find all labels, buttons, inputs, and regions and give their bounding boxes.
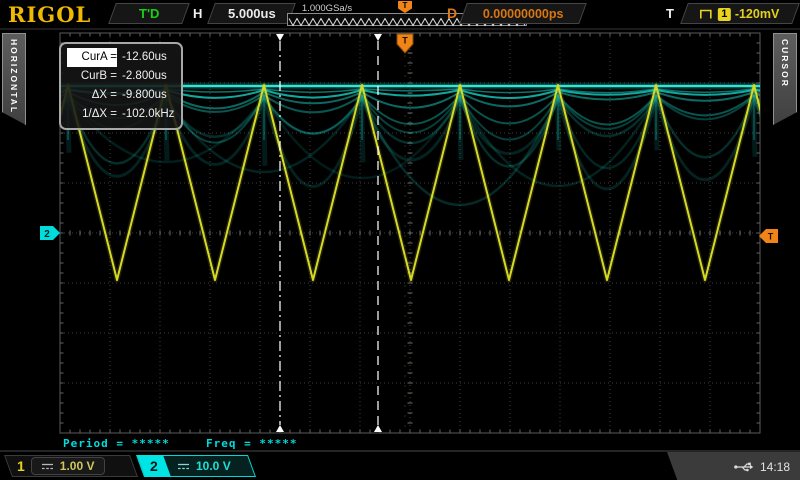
channel-2-scale: 10.0 V bbox=[196, 459, 231, 473]
delay-label: D bbox=[447, 5, 457, 21]
status-time-panel: 14:18 bbox=[663, 452, 800, 480]
cursor-a-row[interactable]: CurA = -12.60us bbox=[67, 48, 175, 67]
dc-coupling-icon bbox=[41, 462, 54, 471]
tab-cursor[interactable]: CURSOR bbox=[773, 33, 797, 125]
cursor-a-line-top-marker[interactable] bbox=[276, 34, 284, 41]
timebase-badge[interactable]: 5.000us bbox=[207, 3, 296, 24]
delay-value-badge[interactable]: 0.00000000ps bbox=[459, 3, 587, 24]
trigger-section-label: T bbox=[666, 6, 674, 21]
cursor-a-line-bottom-marker[interactable] bbox=[276, 425, 284, 432]
clock-text: 14:18 bbox=[760, 460, 790, 474]
channel-1-badge[interactable]: 1 1.00 V bbox=[4, 455, 138, 477]
channel-2-badge[interactable]: 2 10.0 V bbox=[136, 455, 256, 477]
trigger-level-text: -120mV bbox=[735, 7, 779, 21]
cursor-delta-label: ΔX = bbox=[67, 86, 117, 105]
cursor-a-label: CurA = bbox=[67, 48, 117, 67]
trigger-source-badge: 1 bbox=[718, 7, 731, 20]
period-readout: Period = ***** bbox=[63, 437, 170, 450]
pulse-edge-icon bbox=[700, 8, 714, 20]
channel-2-position-marker[interactable] bbox=[40, 226, 60, 240]
cursor-b-row[interactable]: CurB = -2.800us bbox=[67, 67, 175, 86]
trigger-status-badge[interactable]: T'D bbox=[108, 3, 190, 24]
trigger-status-text: T'D bbox=[139, 6, 159, 21]
dc-coupling-icon bbox=[177, 462, 190, 471]
cursor-b-line-top-marker[interactable] bbox=[374, 34, 382, 41]
trigger-level-marker-letter: T bbox=[768, 232, 774, 242]
freq-readout: Freq = ***** bbox=[206, 437, 297, 450]
cursor-a-value: -12.60us bbox=[122, 48, 175, 67]
trigger-settings-badge[interactable]: 1 -120mV bbox=[680, 3, 800, 24]
brand-logo: RIGOL bbox=[8, 2, 91, 27]
channel-1-number: 1 bbox=[9, 458, 31, 474]
cursor-delta-row: ΔX = -9.800us bbox=[67, 86, 175, 105]
tab-cursor-label: CURSOR bbox=[780, 34, 790, 124]
cursor-b-label: CurB = bbox=[67, 67, 117, 86]
channel-2-position-marker-label: 2 bbox=[44, 229, 50, 240]
top-status-bar: RIGOL T'D H 5.000us 1.000GSa/s 70.0k pts… bbox=[0, 0, 800, 30]
trigger-position-marker-letter: T bbox=[402, 36, 408, 46]
cursor-b-value: -2.800us bbox=[122, 67, 175, 86]
bottom-status-bar: 1 1.00 V 2 10.0 V bbox=[0, 450, 800, 480]
horizontal-scale-label: H bbox=[193, 6, 202, 21]
channel-2-number: 2 bbox=[137, 455, 171, 477]
usb-icon bbox=[734, 461, 754, 473]
oscilloscope-screen: T 2 T RIGOL T'D H 5.000us 1.000GSa/s 70.0k… bbox=[0, 0, 800, 480]
cursor-inverse-delta-label: 1/ΔX = bbox=[67, 105, 117, 124]
cursor-inverse-delta-row: 1/ΔX = -102.0kHz bbox=[67, 105, 175, 124]
cursor-delta-value: -9.800us bbox=[122, 86, 175, 105]
cursor-readout-panel: CurA = -12.60us CurB = -2.800us ΔX = -9.… bbox=[59, 42, 183, 130]
delay-value: 0.00000000ps bbox=[483, 7, 564, 21]
cursor-inverse-delta-value: -102.0kHz bbox=[122, 105, 175, 124]
timebase-value: 5.000us bbox=[228, 6, 276, 21]
channel-1-scale: 1.00 V bbox=[60, 459, 95, 473]
tab-horizontal-label: HORIZONTAL bbox=[9, 34, 19, 124]
tab-horizontal[interactable]: HORIZONTAL bbox=[2, 33, 26, 125]
cursor-b-line-bottom-marker[interactable] bbox=[374, 425, 382, 432]
trigger-position-marker-mini[interactable]: T bbox=[398, 1, 412, 13]
